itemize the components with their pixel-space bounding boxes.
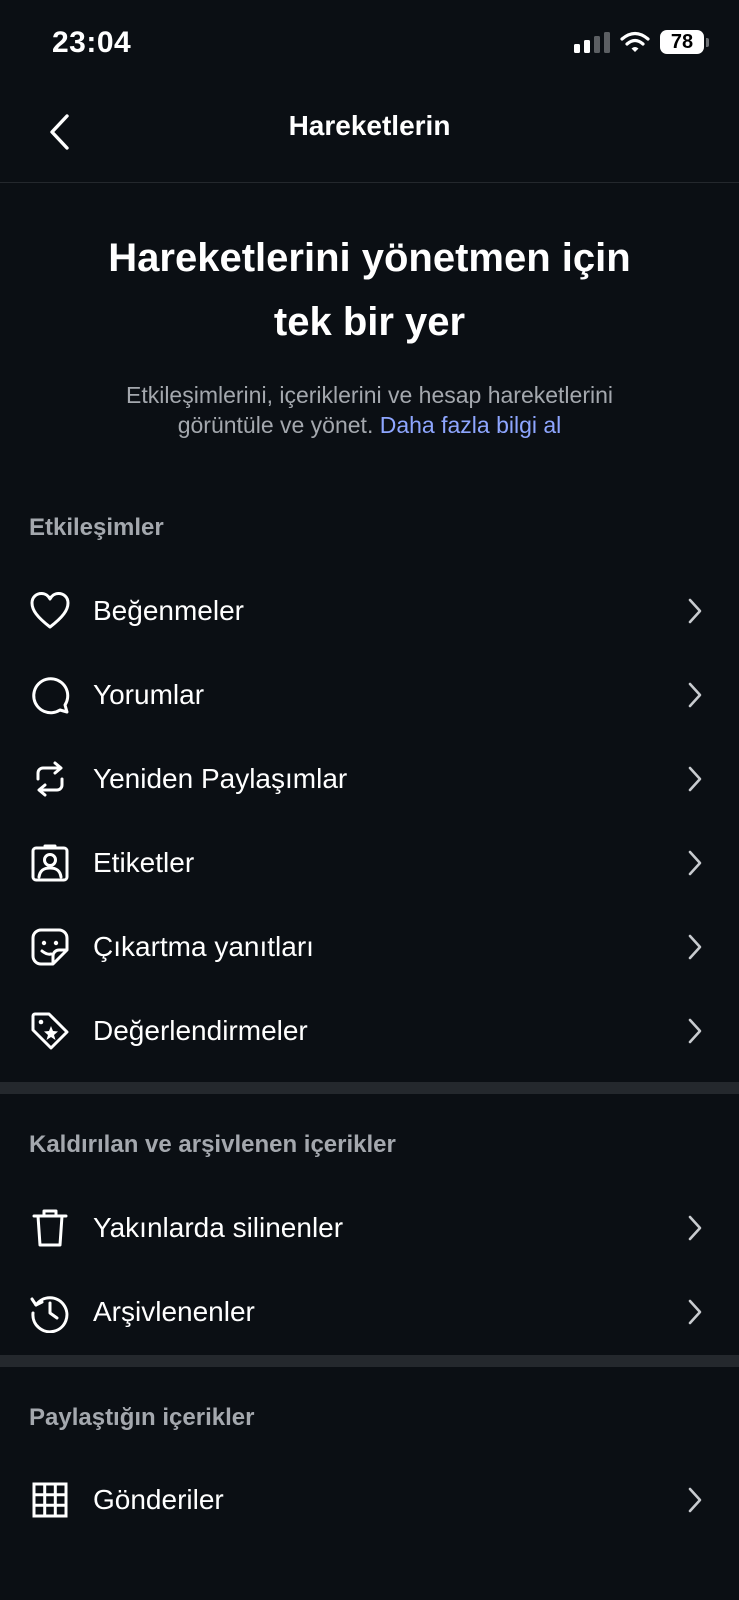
status-time: 23:04 — [52, 26, 132, 59]
row-posts[interactable]: Gönderiler — [0, 1458, 739, 1542]
row-comments[interactable]: Yorumlar — [0, 653, 739, 737]
row-tags[interactable]: Etiketler — [0, 821, 739, 905]
chevron-right-icon — [681, 1017, 709, 1045]
chevron-right-icon — [681, 597, 709, 625]
row-reviews[interactable]: Değerlendirmeler — [0, 989, 739, 1073]
chevron-right-icon — [681, 1214, 709, 1242]
chevron-right-icon — [681, 933, 709, 961]
nav-bar: Hareketlerin — [0, 88, 739, 183]
battery-icon: 78 — [660, 30, 709, 54]
hero-title: Hareketlerini yönetmen için tek bir yer — [108, 236, 631, 344]
chevron-right-icon — [681, 849, 709, 877]
row-label: Çıkartma yanıtları — [93, 931, 314, 962]
row-likes[interactable]: Beğenmeler — [0, 569, 739, 653]
sticker-icon — [28, 925, 72, 969]
row-label: Gönderiler — [93, 1484, 224, 1515]
row-label: Yorumlar — [93, 679, 205, 710]
row-label: Yeniden Paylaşımlar — [93, 763, 348, 794]
section-divider — [0, 1082, 739, 1094]
review-tag-icon — [28, 1009, 72, 1053]
trash-icon — [28, 1206, 72, 1250]
hero-description: Etkileşimlerini, içeriklerini ve hesap h… — [110, 380, 630, 440]
chevron-right-icon — [681, 1298, 709, 1326]
section-divider — [0, 1355, 739, 1367]
page-title: Hareketlerin — [288, 110, 451, 141]
heart-icon — [28, 589, 72, 633]
battery-level: 78 — [660, 30, 704, 54]
row-label: Yakınlarda silinenler — [93, 1212, 344, 1243]
wifi-icon — [620, 31, 650, 52]
row-archived[interactable]: Arşivlenenler — [0, 1270, 739, 1354]
section-header-shared: Paylaştığın içerikler — [29, 1404, 255, 1431]
row-reposts[interactable]: Yeniden Paylaşımlar — [0, 737, 739, 821]
signal-icon — [574, 31, 610, 53]
comment-icon — [28, 673, 72, 717]
section-header-removed: Kaldırılan ve arşivlenen içerikler — [29, 1131, 396, 1158]
status-indicators: 78 — [574, 30, 709, 54]
learn-more-link[interactable]: Daha fazla bilgi al — [380, 412, 562, 438]
row-label: Arşivlenenler — [93, 1296, 255, 1327]
tag-person-icon — [28, 841, 72, 885]
row-sticker-replies[interactable]: Çıkartma yanıtları — [0, 905, 739, 989]
chevron-right-icon — [681, 681, 709, 709]
row-label: Değerlendirmeler — [93, 1015, 308, 1046]
row-recently-deleted[interactable]: Yakınlarda silinenler — [0, 1186, 739, 1270]
chevron-right-icon — [681, 765, 709, 793]
hero: Hareketlerini yönetmen için tek bir yer … — [0, 182, 739, 440]
row-label: Etiketler — [93, 847, 195, 878]
section-header-interactions: Etkileşimler — [29, 514, 164, 541]
archive-history-icon — [28, 1290, 72, 1334]
chevron-right-icon — [681, 1486, 709, 1514]
grid-icon — [28, 1478, 72, 1522]
repost-icon — [28, 757, 72, 801]
status-bar: 23:04 78 — [0, 0, 739, 88]
row-label: Beğenmeler — [93, 595, 244, 626]
